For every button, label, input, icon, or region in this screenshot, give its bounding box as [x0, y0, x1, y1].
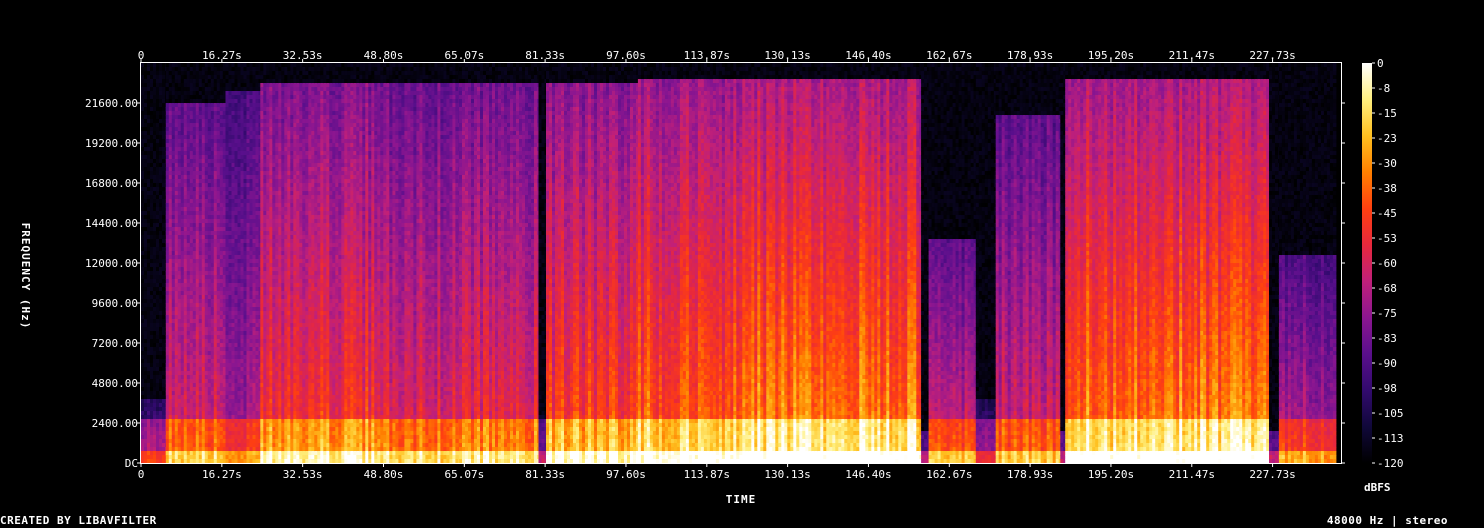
x-tick-label: 162.67s [926, 468, 972, 481]
spectrogram-segment [389, 63, 462, 464]
x-tick-label: 195.20s [1088, 49, 1134, 62]
x-tick-label: 195.20s [1088, 468, 1134, 481]
x-tick-label: 113.87s [684, 49, 730, 62]
x-axis-top: 0 16.27s 32.53s 48.80s 65.07s 81.33s 97.60s 113… [138, 49, 1296, 63]
spectrogram-segment [638, 63, 729, 464]
y-tick-label: DC [125, 457, 138, 470]
y-tick-label: 4800.00 [92, 377, 138, 390]
colorbar-tick-label: -113 [1377, 432, 1404, 445]
x-tick-label: 0 [138, 468, 145, 481]
spectrogram-image [141, 63, 1336, 464]
colorbar-tick-label: -105 [1377, 407, 1404, 420]
spectrogram-chart: 0 16.27s 32.53s 48.80s 65.07s 81.33s 97.60s 113… [0, 0, 1484, 528]
colorbar-tick-label: -120 [1377, 457, 1404, 470]
spectrogram-segment [166, 63, 227, 464]
y-tick-label: 21600.00 [85, 97, 138, 110]
x-tick-label: 146.40s [845, 468, 891, 481]
spectrogram-segment [546, 63, 640, 464]
spectrogram-segment [1279, 63, 1337, 464]
x-tick-label: 65.07s [444, 49, 484, 62]
spectrogram-segment [1065, 63, 1270, 464]
x-tick-label: 48.80s [364, 468, 404, 481]
colorbar-tick-label: -38 [1377, 182, 1397, 195]
x-tick-label: 81.33s [525, 49, 565, 62]
colorbar-tick-label: -98 [1377, 382, 1397, 395]
x-tick-label: 0 [138, 49, 145, 62]
y-axis-label: FREQUENCY (Hz) [19, 223, 32, 330]
colorbar-tick-label: -53 [1377, 232, 1397, 245]
x-tick-label: 162.67s [926, 49, 972, 62]
colorbar-tick-label: -15 [1377, 107, 1397, 120]
colorbar-tick-label: -8 [1377, 82, 1390, 95]
y-tick-label: 14400.00 [85, 217, 138, 230]
x-tick-label: 97.60s [606, 468, 646, 481]
colorbar-strip [1362, 63, 1372, 463]
y-tick-label: 2400.00 [92, 417, 138, 430]
x-tick-label: 48.80s [364, 49, 404, 62]
x-tick-label: 211.47s [1169, 49, 1215, 62]
x-axis-label: TIME [726, 493, 757, 506]
spectrogram-segment [260, 63, 393, 464]
colorbar-ticks: 0 -8 -15 -23 -30 -38 -45 -53 -60 -68 -75 -83 -90 -98 -… [1372, 57, 1404, 470]
x-axis-bottom: 0 16.27s 32.53s 48.80s 65.07s 81.33s 97.60s 113… [138, 463, 1296, 481]
spectrogram-segment [996, 63, 1062, 464]
x-tick-label: 227.73s [1249, 468, 1295, 481]
colorbar-tick-label: -45 [1377, 207, 1397, 220]
x-tick-label: 16.27s [202, 468, 242, 481]
y-tick-label: 7200.00 [92, 337, 138, 350]
spectrogram-segment [976, 63, 998, 464]
colorbar-tick-label: -30 [1377, 157, 1397, 170]
x-tick-label: 130.13s [764, 49, 810, 62]
x-tick-label: 113.87s [684, 468, 730, 481]
x-tick-label: 130.13s [764, 468, 810, 481]
y-tick-label: 9600.00 [92, 297, 138, 310]
colorbar-tick-label: -23 [1377, 132, 1397, 145]
colorbar-tick-label: -75 [1377, 307, 1397, 320]
colorbar-tick-label: -60 [1377, 257, 1397, 270]
x-tick-label: 81.33s [525, 468, 565, 481]
plot-area [141, 63, 1342, 464]
spectrogram-segment [226, 63, 263, 464]
colorbar-label: dBFS [1364, 481, 1391, 494]
x-tick-label: 227.73s [1249, 49, 1295, 62]
y-tick-label: 19200.00 [85, 137, 138, 150]
spectrogram-segment [727, 63, 923, 464]
x-tick-label: 32.53s [283, 468, 323, 481]
colorbar-tick-label: 0 [1377, 57, 1384, 70]
x-tick-label: 178.93s [1007, 468, 1053, 481]
x-tick-label: 146.40s [845, 49, 891, 62]
x-tick-label: 65.07s [444, 468, 484, 481]
x-tick-label: 32.53s [283, 49, 323, 62]
x-tick-label: 211.47s [1169, 468, 1215, 481]
spectrogram-segment [459, 63, 541, 464]
credit-text: CREATED BY LIBAVFILTER [0, 514, 157, 527]
colorbar-tick-label: -90 [1377, 357, 1397, 370]
y-tick-label: 16800.00 [85, 177, 138, 190]
audio-format-text: 48000 Hz | stereo [1327, 514, 1448, 527]
x-tick-label: 178.93s [1007, 49, 1053, 62]
x-tick-label: 16.27s [202, 49, 242, 62]
spectrogram-segment [141, 63, 169, 464]
colorbar: 0 -8 -15 -23 -30 -38 -45 -53 -60 -68 -75 -83 -90 -98 -… [1362, 57, 1404, 470]
spectrogram-segment [929, 63, 978, 464]
y-tick-label: 12000.00 [85, 257, 138, 270]
colorbar-tick-label: -83 [1377, 332, 1397, 345]
x-tick-label: 97.60s [606, 49, 646, 62]
colorbar-tick-label: -68 [1377, 282, 1397, 295]
